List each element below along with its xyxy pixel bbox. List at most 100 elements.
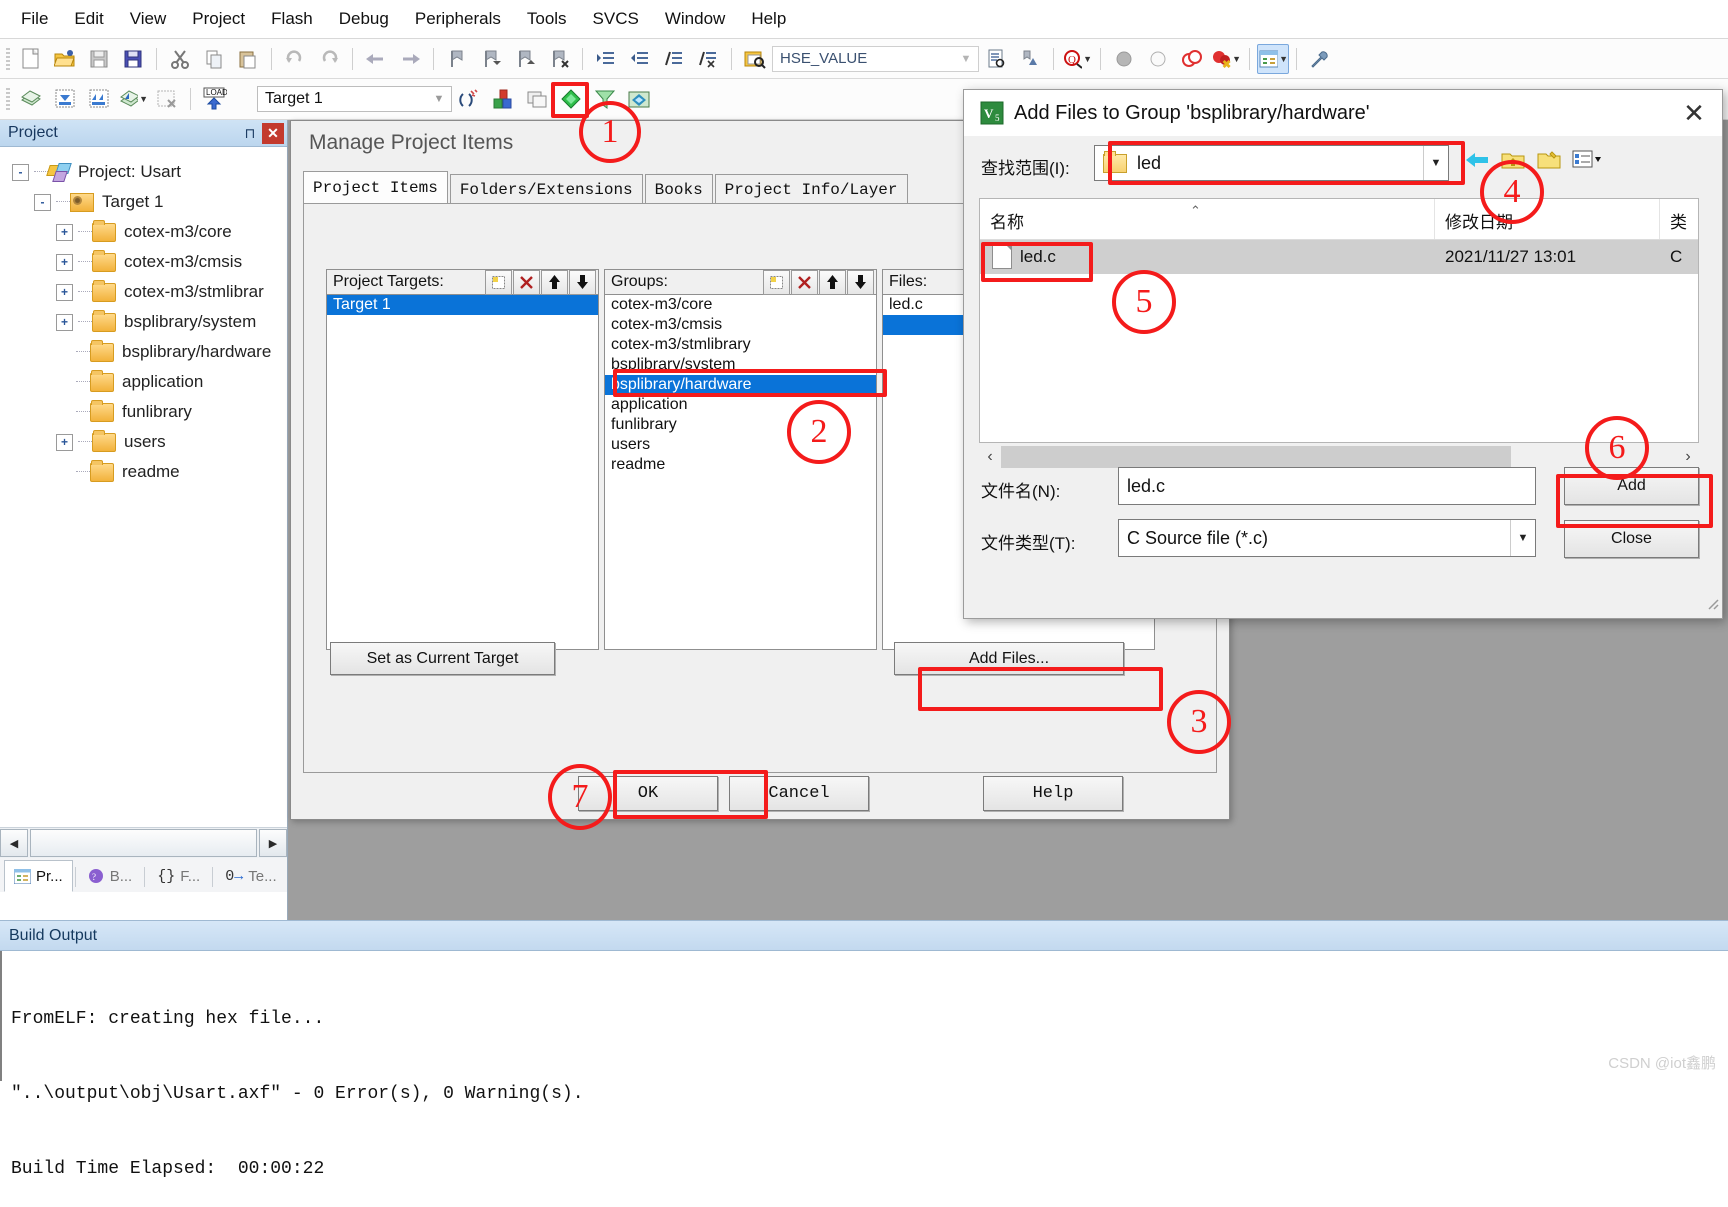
pin-icon[interactable]: ⊓: [240, 123, 260, 143]
filename-input[interactable]: led.c: [1118, 467, 1536, 505]
column-name[interactable]: 名称: [980, 199, 1435, 239]
tab-folders-extensions[interactable]: Folders/Extensions: [449, 174, 643, 204]
view-list-icon[interactable]: [1572, 148, 1602, 177]
new-folder-icon[interactable]: [1536, 148, 1562, 177]
resize-grip[interactable]: [1705, 596, 1719, 615]
menu-item-window[interactable]: Window: [652, 5, 738, 33]
move-down-icon[interactable]: [569, 269, 596, 295]
list-item[interactable]: readme: [605, 455, 876, 475]
disable-breakpoints-icon[interactable]: [1176, 44, 1208, 74]
scroll-right-button[interactable]: ▶: [259, 829, 287, 857]
project-horizontal-scrollbar[interactable]: ◀ ▶: [0, 827, 287, 858]
debug-goto-icon[interactable]: Q ▼: [1061, 44, 1093, 74]
help-button[interactable]: Help: [983, 776, 1123, 811]
cancel-button[interactable]: Cancel: [729, 776, 869, 811]
list-item[interactable]: bsplibrary/system: [605, 355, 876, 375]
menu-item-file[interactable]: File: [8, 5, 61, 33]
add-files-button[interactable]: Add Files...: [894, 642, 1124, 675]
tree-toggle[interactable]: +: [56, 253, 73, 271]
tab-project-info-layer[interactable]: Project Info/Layer: [714, 174, 908, 204]
tab-functions[interactable]: {} F...: [147, 860, 210, 892]
list-item[interactable]: application: [605, 395, 876, 415]
incremental-find-icon[interactable]: [1014, 44, 1046, 74]
menu-item-svcs[interactable]: SVCS: [580, 5, 652, 33]
move-up-icon[interactable]: [541, 269, 568, 295]
indent-right-icon[interactable]: [590, 44, 622, 74]
tab-books[interactable]: ? B...: [78, 860, 143, 892]
chevron-down-icon[interactable]: ▼: [1232, 54, 1241, 64]
undo-icon[interactable]: [279, 44, 311, 74]
find-next-icon[interactable]: [980, 44, 1012, 74]
forward-icon[interactable]: [394, 44, 426, 74]
tab-project[interactable]: Pr...: [4, 860, 73, 892]
new-icon[interactable]: [485, 269, 512, 295]
chevron-down-icon[interactable]: ▼: [1083, 54, 1092, 64]
save-icon[interactable]: [83, 44, 115, 74]
menu-item-view[interactable]: View: [117, 5, 180, 33]
move-down-icon[interactable]: [847, 269, 874, 295]
tree-item-target[interactable]: - Target 1: [0, 187, 287, 217]
download-icon[interactable]: LOAD: [198, 84, 230, 114]
chevron-down-icon[interactable]: ▼: [139, 94, 148, 104]
list-item[interactable]: cotex-m3/cmsis: [605, 315, 876, 335]
paste-icon[interactable]: [232, 44, 264, 74]
column-type[interactable]: 类: [1660, 199, 1698, 239]
build-icon[interactable]: [49, 84, 81, 114]
tree-toggle[interactable]: -: [34, 193, 51, 211]
tree-item-cotex-stmlibrary[interactable]: + cotex-m3/stmlibrar: [0, 277, 287, 307]
menu-item-tools[interactable]: Tools: [514, 5, 580, 33]
indent-left-icon[interactable]: [624, 44, 656, 74]
manage-project-items-icon[interactable]: [487, 84, 519, 114]
tree-item-cotex-core[interactable]: + cotex-m3/core: [0, 217, 287, 247]
tree-toggle[interactable]: -: [12, 163, 29, 181]
menu-item-flash[interactable]: Flash: [258, 5, 326, 33]
chevron-down-icon[interactable]: ▼: [956, 48, 976, 70]
breakpoint-empty-icon[interactable]: [1142, 44, 1174, 74]
groups-list[interactable]: cotex-m3/core cotex-m3/cmsis cotex-m3/st…: [604, 295, 877, 650]
list-item[interactable]: cotex-m3/stmlibrary: [605, 335, 876, 355]
menu-item-help[interactable]: Help: [738, 5, 799, 33]
close-icon[interactable]: ✕: [1672, 93, 1716, 133]
copy-icon[interactable]: [198, 44, 230, 74]
menu-item-project[interactable]: Project: [179, 5, 258, 33]
ok-button[interactable]: OK: [578, 776, 718, 811]
close-button[interactable]: Close: [1564, 520, 1699, 558]
tree-item-cotex-cmsis[interactable]: + cotex-m3/cmsis: [0, 247, 287, 277]
target-options-icon[interactable]: [453, 84, 485, 114]
target-combo[interactable]: Target 1 ▼: [257, 86, 452, 112]
move-up-icon[interactable]: [819, 269, 846, 295]
tree-item-bsplibrary-system[interactable]: + bsplibrary/system: [0, 307, 287, 337]
list-item[interactable]: cotex-m3/core: [605, 295, 876, 315]
tree-toggle[interactable]: +: [56, 283, 73, 301]
project-targets-list[interactable]: Target 1: [326, 295, 599, 650]
tree-item-users[interactable]: + users: [0, 427, 287, 457]
pack-installer-icon[interactable]: [623, 84, 655, 114]
column-modified[interactable]: 修改日期: [1435, 199, 1660, 239]
tree-item-bsplibrary-hardware[interactable]: bsplibrary/hardware: [0, 337, 287, 367]
bookmark-clear-icon[interactable]: [543, 44, 575, 74]
menu-item-edit[interactable]: Edit: [61, 5, 116, 33]
translate-icon[interactable]: [15, 84, 47, 114]
redo-icon[interactable]: [313, 44, 345, 74]
tree-toggle[interactable]: +: [56, 223, 73, 241]
rebuild-icon[interactable]: [83, 84, 115, 114]
tree-toggle[interactable]: +: [56, 313, 73, 331]
bookmark-next-icon[interactable]: [509, 44, 541, 74]
chevron-down-icon[interactable]: ▼: [1279, 54, 1288, 64]
bookmark-toggle-icon[interactable]: [441, 44, 473, 74]
filetype-combo[interactable]: C Source file (*.c) ▼: [1118, 519, 1536, 557]
find-combo[interactable]: HSE_VALUE ▼: [772, 45, 979, 72]
list-item[interactable]: users: [605, 435, 876, 455]
file-browser-list[interactable]: 名称 ⌃ 修改日期 类 led.c 2021/11/27 13:01 C: [979, 198, 1699, 443]
scroll-left-button[interactable]: ‹: [979, 448, 1001, 466]
tab-books[interactable]: Books: [644, 174, 713, 204]
tab-project-items[interactable]: Project Items: [303, 171, 448, 204]
chevron-down-icon[interactable]: ▼: [429, 88, 449, 110]
scroll-thumb[interactable]: [1001, 446, 1511, 468]
bookmark-prev-icon[interactable]: [475, 44, 507, 74]
close-icon[interactable]: ✕: [262, 122, 284, 144]
tree-item-application[interactable]: application: [0, 367, 287, 397]
cut-icon[interactable]: [164, 44, 196, 74]
batch-build-icon[interactable]: ▼: [117, 84, 149, 114]
manage-windows-icon[interactable]: ▼: [1257, 43, 1289, 74]
